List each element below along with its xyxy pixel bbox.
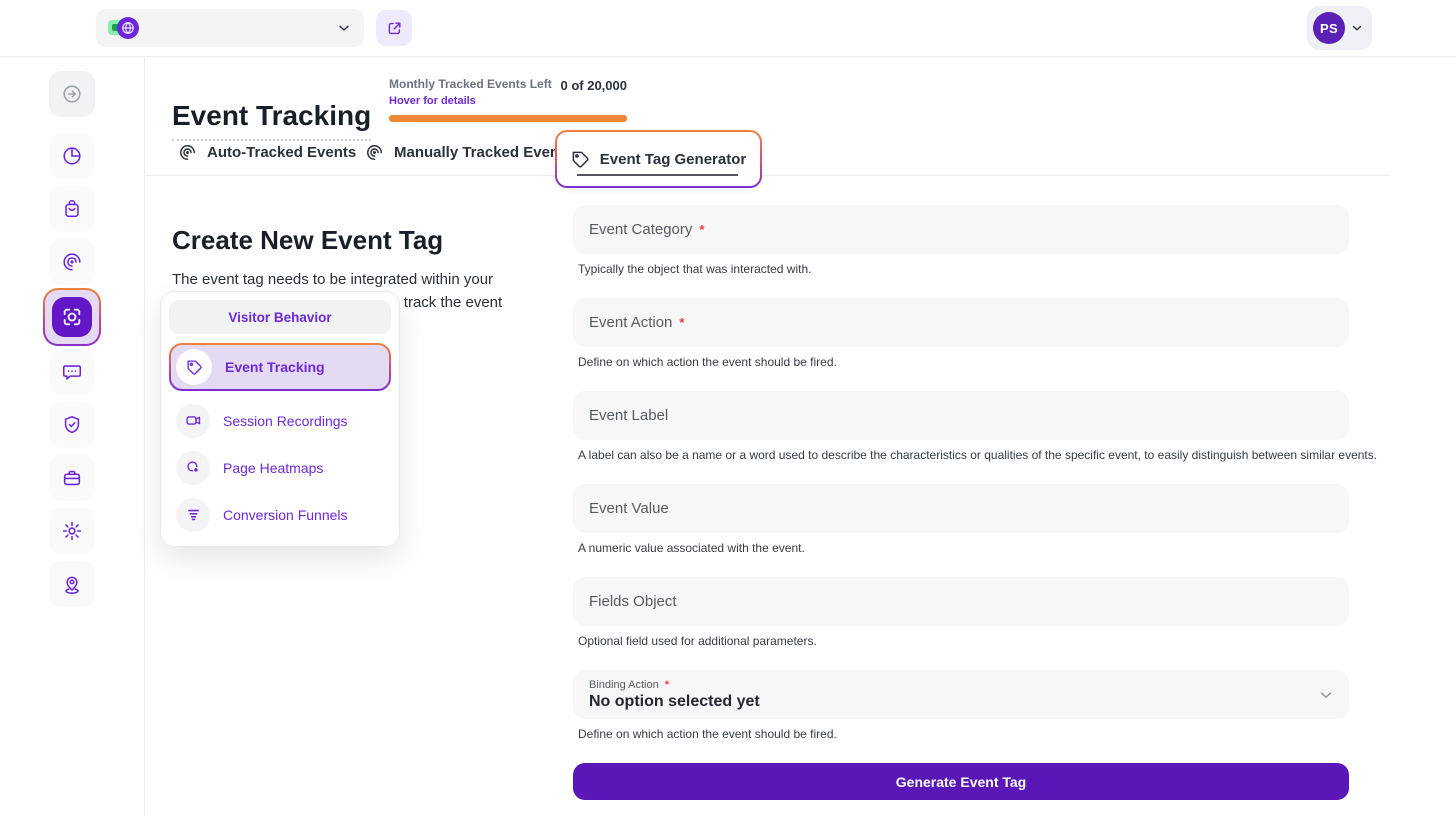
quota-hover-link[interactable]: Hover for details xyxy=(389,95,552,108)
menu-item-event-tracking-highlight[interactable]: Event Tracking xyxy=(169,343,391,391)
visitor-behavior-menu: Visitor Behavior Event Tracking Session … xyxy=(160,291,400,547)
field-label: Event Action xyxy=(589,314,673,331)
event-tag-form: Event Category * Typically the object th… xyxy=(573,205,1378,800)
tabs-divider xyxy=(145,175,1390,176)
events-quota-widget: Monthly Tracked Events Left Hover for de… xyxy=(389,77,627,122)
shield-check-icon xyxy=(64,415,80,434)
field-group-binding-action: Binding Action * No option selected yet … xyxy=(573,670,1349,741)
field-hint: Typically the object that was interacted… xyxy=(578,262,812,276)
chevron-down-icon xyxy=(336,20,352,36)
field-group-event-value: Event Value A numeric value associated w… xyxy=(573,484,1349,555)
funnel-icon xyxy=(176,497,210,532)
required-marker: * xyxy=(664,678,669,691)
field-hint: A numeric value associated with the even… xyxy=(578,541,805,555)
event-category-input[interactable]: Event Category * xyxy=(573,205,1349,254)
field-hint: Define on which action the event should … xyxy=(578,727,837,741)
fields-object-input[interactable]: Fields Object xyxy=(573,577,1349,626)
required-marker: * xyxy=(679,315,685,330)
sidebar-item-workspace[interactable] xyxy=(49,455,95,501)
sidebar-item-ecommerce[interactable] xyxy=(49,186,95,232)
generate-event-tag-button[interactable]: Generate Event Tag xyxy=(573,763,1349,800)
required-marker: * xyxy=(699,222,705,237)
website-selector[interactable] xyxy=(96,9,364,47)
quota-label: Monthly Tracked Events Left xyxy=(389,77,552,91)
field-group-event-label: Event Label A label can also be a name o… xyxy=(573,391,1378,462)
globe-icon xyxy=(122,22,134,34)
menu-item-page-heatmaps[interactable]: Page Heatmaps xyxy=(169,444,391,491)
sidebar-item-locations[interactable] xyxy=(49,561,95,607)
field-label: Fields Object xyxy=(589,593,677,610)
binding-action-select[interactable]: Binding Action * No option selected yet xyxy=(573,670,1349,719)
pie-chart-icon xyxy=(63,147,81,165)
tab-manually-tracked-events[interactable]: Manually Tracked Events xyxy=(365,130,572,175)
spiral-tracking-icon xyxy=(365,143,384,162)
menu-item-label: Conversion Funnels xyxy=(223,506,348,523)
field-label: Binding Action xyxy=(589,678,659,691)
menu-header: Visitor Behavior xyxy=(169,300,391,334)
event-action-input[interactable]: Event Action * xyxy=(573,298,1349,347)
menu-item-label: Session Recordings xyxy=(223,412,348,429)
chevron-down-icon xyxy=(1317,686,1335,704)
field-group-event-category: Event Category * Typically the object th… xyxy=(573,205,1349,276)
tab-label: Event Tag Generator xyxy=(599,150,747,168)
open-website-button[interactable] xyxy=(376,10,412,46)
field-label: Event Value xyxy=(589,500,669,517)
create-section-title: Create New Event Tag xyxy=(172,224,444,255)
spiral-tracking-icon xyxy=(178,143,197,162)
menu-item-label: Event Tracking xyxy=(225,359,325,375)
field-hint: Optional field used for additional param… xyxy=(578,634,817,648)
tab-event-tag-generator-highlight[interactable]: Event Tag Generator xyxy=(555,130,762,188)
quota-count: 0 of 20,000 xyxy=(560,78,628,93)
tag-icon xyxy=(176,349,212,385)
video-camera-icon xyxy=(176,403,210,438)
external-link-icon xyxy=(388,21,401,34)
sidebar-item-feedback[interactable] xyxy=(49,349,95,395)
event-value-input[interactable]: Event Value xyxy=(573,484,1349,533)
sidebar-item-tracking[interactable] xyxy=(49,239,95,285)
active-tab-underline xyxy=(577,174,738,176)
avatar: PS xyxy=(1313,12,1345,44)
shopping-bag-icon xyxy=(65,200,79,218)
sidebar-collapse-button[interactable] xyxy=(49,71,95,117)
event-label-input[interactable]: Event Label xyxy=(573,391,1349,440)
spiral-tracking-icon xyxy=(63,253,81,271)
topbar: PS xyxy=(0,0,1456,57)
tab-label: Manually Tracked Events xyxy=(394,144,573,161)
chevron-down-icon xyxy=(1350,21,1364,35)
menu-item-event-tracking[interactable]: Event Tracking xyxy=(171,345,389,389)
sidebar-item-visitor-behavior[interactable] xyxy=(43,288,101,346)
sidebar-item-settings[interactable] xyxy=(49,508,95,554)
tab-event-tag-generator[interactable]: Event Tag Generator xyxy=(557,132,760,186)
briefcase-icon xyxy=(63,470,81,486)
account-menu[interactable]: PS xyxy=(1307,6,1372,50)
tab-label: Auto-Tracked Events xyxy=(207,144,357,161)
binding-action-value: No option selected yet xyxy=(589,692,760,710)
field-group-event-action: Event Action * Define on which action th… xyxy=(573,298,1349,369)
visitor-behavior-scan-icon xyxy=(63,308,81,326)
heatmap-circles-icon xyxy=(176,450,210,485)
tag-icon xyxy=(571,150,590,169)
menu-item-conversion-funnels[interactable]: Conversion Funnels xyxy=(169,491,391,538)
tab-auto-tracked-events[interactable]: Auto-Tracked Events xyxy=(178,130,356,175)
menu-item-session-recordings[interactable]: Session Recordings xyxy=(169,397,391,444)
main-content: Event Tracking Monthly Tracked Events Le… xyxy=(145,57,1456,816)
field-hint: A label can also be a name or a word use… xyxy=(578,448,1378,462)
field-hint: Define on which action the event should … xyxy=(578,355,837,369)
sidebar-collapse-icon xyxy=(63,85,81,103)
field-group-fields-object: Fields Object Optional field used for ad… xyxy=(573,577,1349,648)
sidebar xyxy=(0,57,145,816)
location-pin-icon xyxy=(65,576,79,594)
field-label: Event Category xyxy=(589,221,693,238)
gear-icon xyxy=(62,521,82,541)
chat-bubble-icon xyxy=(62,365,82,380)
sidebar-item-privacy[interactable] xyxy=(49,402,95,448)
field-label: Event Label xyxy=(589,407,669,424)
sidebar-item-dashboard[interactable] xyxy=(49,133,95,179)
site-logo xyxy=(108,16,139,40)
quota-progress-bar xyxy=(389,115,627,122)
menu-item-label: Page Heatmaps xyxy=(223,459,324,476)
